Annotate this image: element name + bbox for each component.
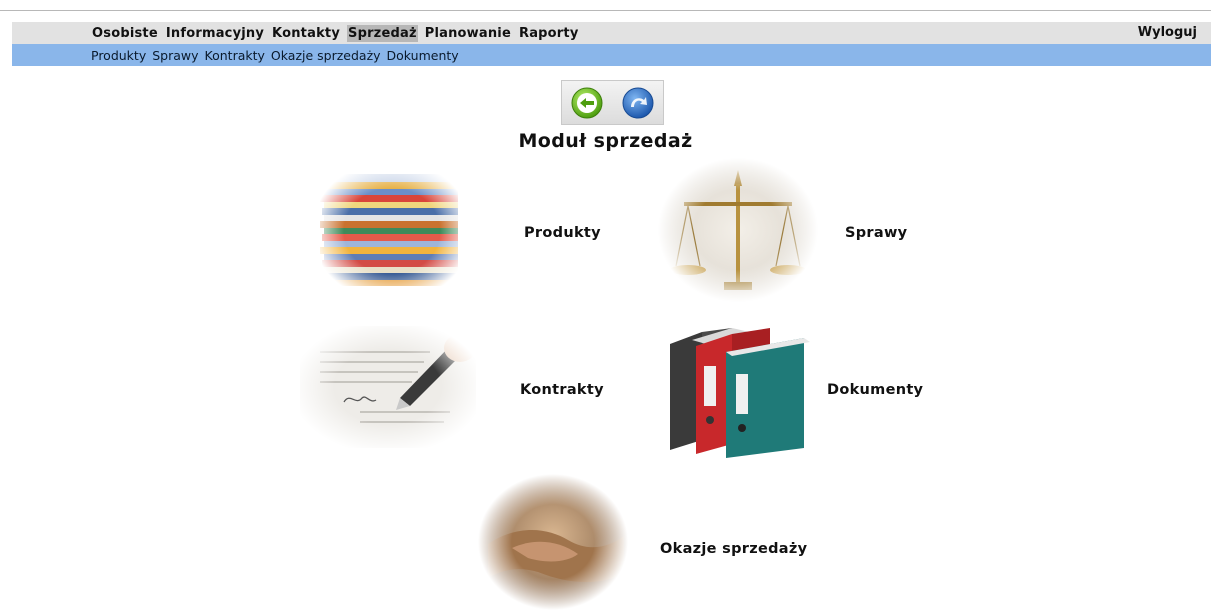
produkty-image[interactable] [312,160,472,302]
arrow-left-circle-icon [571,87,603,118]
kontrakty-image[interactable] [300,326,476,448]
tile-label-kontrakty[interactable]: Kontrakty [520,382,604,398]
submenu-item-sprawy[interactable]: Sprawy [152,48,198,63]
tile-label-okazje-sprzedazy[interactable]: Okazje sprzedaży [660,541,807,557]
okazje-sprzedazy-image[interactable] [478,474,628,610]
menu-item-sprzedaz[interactable]: Sprzedaż [347,24,418,42]
main-menu: Osobiste Informacyjny Kontakty Sprzedaż … [91,22,586,44]
main-menu-bar: Osobiste Informacyjny Kontakty Sprzedaż … [12,22,1211,44]
tile-label-dokumenty[interactable]: Dokumenty [827,382,923,398]
dokumenty-image[interactable] [662,322,812,458]
menu-item-osobiste[interactable]: Osobiste [91,25,159,42]
refresh-icon [622,87,654,118]
navigation-buttons [561,80,664,125]
menu-item-raporty[interactable]: Raporty [518,25,580,42]
submenu-item-kontrakty[interactable]: Kontrakty [205,48,265,63]
back-button[interactable] [571,87,603,119]
scales-of-justice-image [658,158,818,302]
binders-image [670,328,810,458]
top-divider [0,10,1211,11]
tile-label-produkty[interactable]: Produkty [524,225,601,241]
page-title: Moduł sprzedaż [518,130,693,152]
sprawy-image[interactable] [658,158,818,302]
sub-menu: Produkty Sprawy Kontrakty Okazje sprzeda… [91,44,465,66]
tile-label-sprawy[interactable]: Sprawy [845,225,907,241]
stacked-books-image [312,160,472,302]
menu-item-planowanie[interactable]: Planowanie [424,25,512,42]
menu-item-kontakty[interactable]: Kontakty [271,25,341,42]
submenu-item-produkty[interactable]: Produkty [91,48,146,63]
handshake-image [478,474,628,610]
submenu-item-okazje-sprzedazy[interactable]: Okazje sprzedaży [271,48,381,63]
submenu-item-dokumenty[interactable]: Dokumenty [387,48,459,63]
sub-menu-bar: Produkty Sprawy Kontrakty Okazje sprzeda… [12,44,1211,66]
refresh-button[interactable] [622,87,654,119]
logout-link[interactable]: Wyloguj [1138,22,1197,44]
menu-item-informacyjny[interactable]: Informacyjny [165,25,265,42]
pen-signing-document-image [300,326,476,448]
